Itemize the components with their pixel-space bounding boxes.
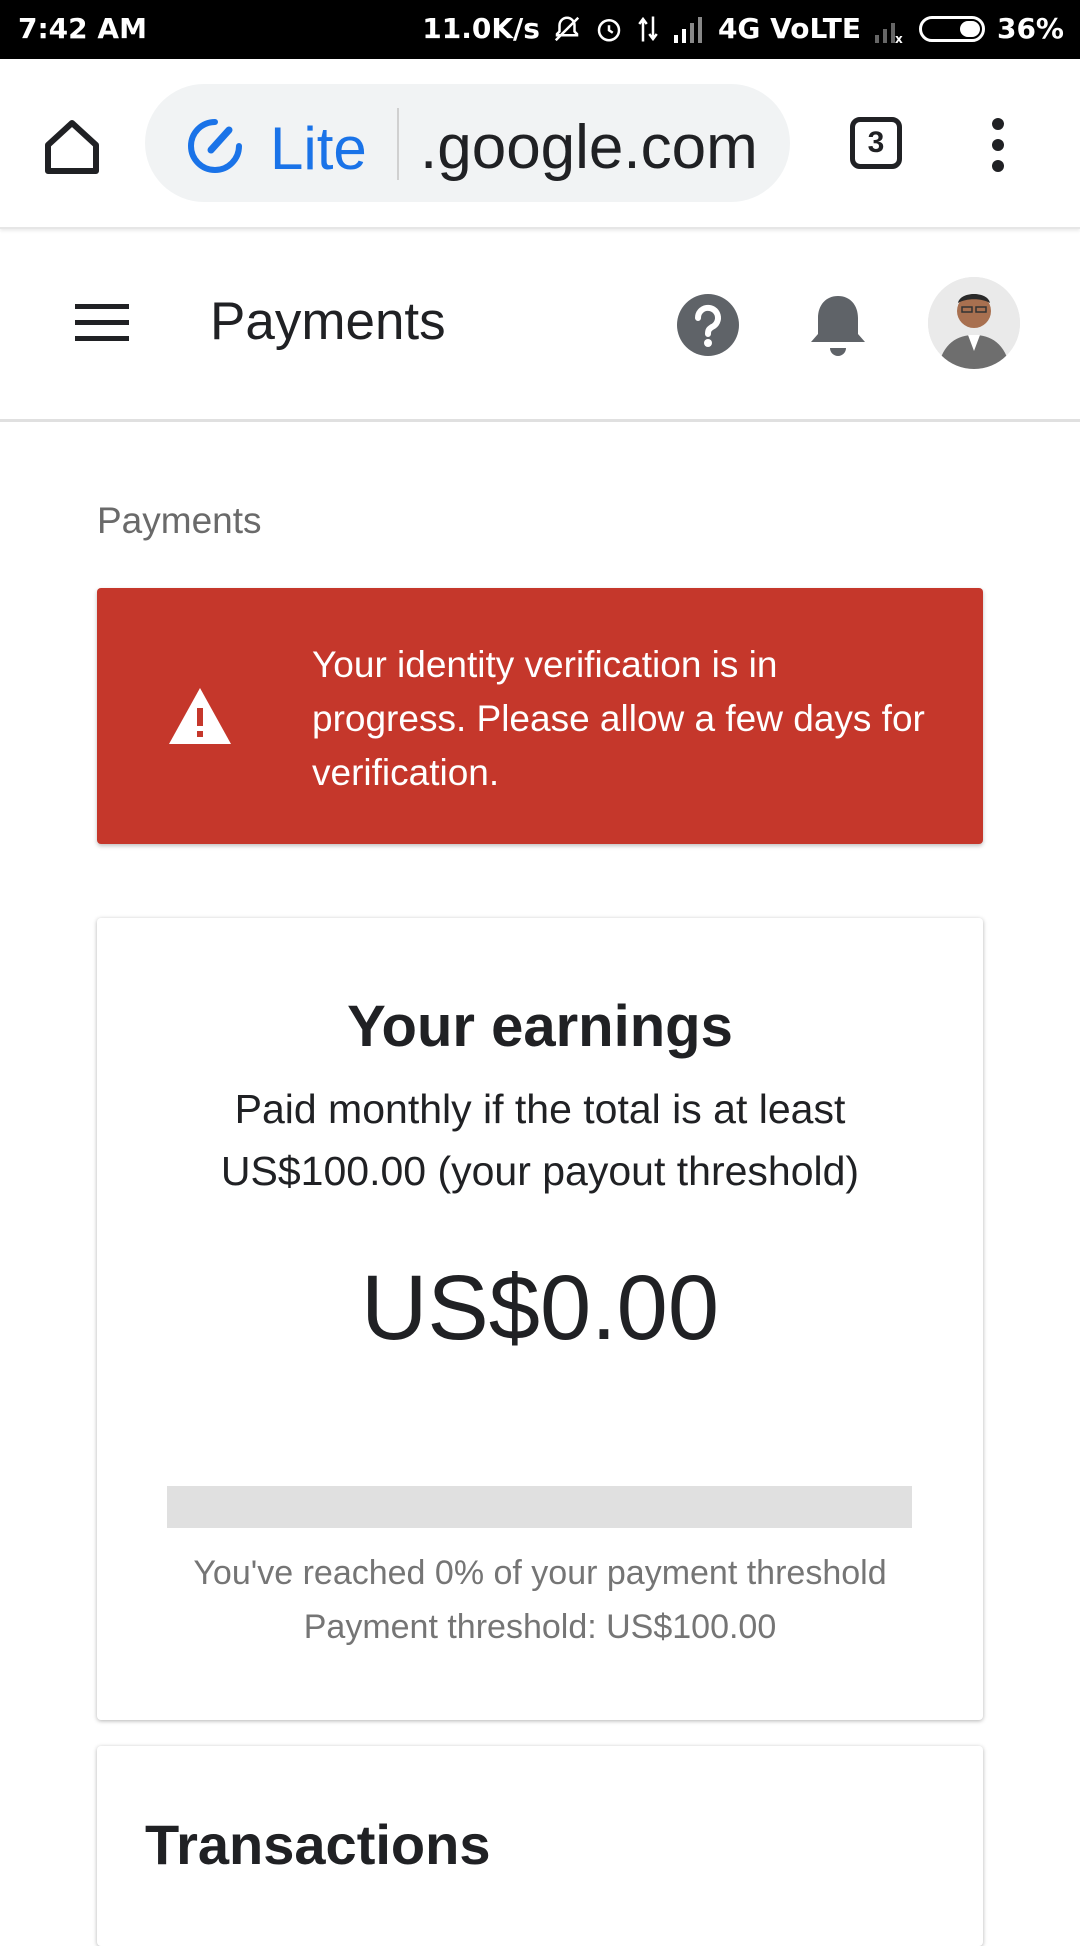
threshold-text: Payment threshold: US$100.00 bbox=[303, 1608, 777, 1646]
status-bar: 7:42 AM 11.0K/s 4G VoLTE x 36% bbox=[0, 0, 1080, 59]
verification-alert: Your identity verification is in progres… bbox=[97, 588, 983, 844]
page-title: Payments bbox=[210, 292, 446, 351]
browser-toolbar: Lite .google.com 3 bbox=[0, 59, 1080, 229]
data-arrows-icon bbox=[636, 14, 660, 44]
home-icon[interactable] bbox=[40, 115, 104, 179]
threshold-note: You've reached 0% of your payment thresh… bbox=[97, 1546, 983, 1654]
network-speed: 11.0K/s bbox=[422, 12, 540, 45]
status-time: 7:42 AM bbox=[18, 12, 147, 45]
warning-icon bbox=[167, 686, 233, 746]
network-type: 4G VoLTE bbox=[717, 12, 861, 45]
battery-icon bbox=[918, 15, 985, 42]
svg-text:x: x bbox=[895, 32, 903, 43]
breadcrumb: Payments bbox=[97, 500, 262, 541]
alert-message: Your identity verification is in progres… bbox=[312, 644, 925, 793]
threshold-progress-bar bbox=[167, 1486, 912, 1528]
transactions-card: Transactions bbox=[97, 1746, 983, 1946]
alarm-icon bbox=[594, 14, 624, 44]
notifications-icon[interactable] bbox=[808, 292, 868, 358]
menu-icon[interactable] bbox=[75, 302, 129, 342]
earnings-card: Your earnings Paid monthly if the total … bbox=[97, 918, 983, 1720]
signal-icon bbox=[672, 15, 706, 43]
battery-percent: 36% bbox=[996, 12, 1064, 45]
transactions-title: Transactions bbox=[145, 1813, 491, 1876]
more-vert-icon[interactable] bbox=[980, 115, 1016, 175]
tabs-icon[interactable]: 3 bbox=[850, 117, 902, 169]
help-icon[interactable] bbox=[677, 294, 739, 356]
url-text[interactable]: .google.com bbox=[420, 112, 758, 183]
signal-no-service-icon: x bbox=[873, 15, 907, 43]
lite-speed-icon bbox=[185, 116, 245, 176]
address-bar[interactable]: Lite .google.com bbox=[145, 84, 790, 202]
earnings-subtitle: Paid monthly if the total is at least US… bbox=[220, 1086, 860, 1194]
earnings-amount: US$0.00 bbox=[360, 1257, 720, 1359]
lite-label: Lite bbox=[270, 115, 367, 182]
mute-icon bbox=[552, 14, 582, 44]
earnings-title: Your earnings bbox=[347, 994, 733, 1059]
app-header: Payments bbox=[0, 229, 1080, 422]
status-icons: 11.0K/s 4G VoLTE x 36% bbox=[422, 12, 1064, 45]
progress-text: You've reached 0% of your payment thresh… bbox=[193, 1554, 887, 1592]
avatar[interactable] bbox=[928, 277, 1020, 369]
address-divider bbox=[397, 108, 399, 180]
